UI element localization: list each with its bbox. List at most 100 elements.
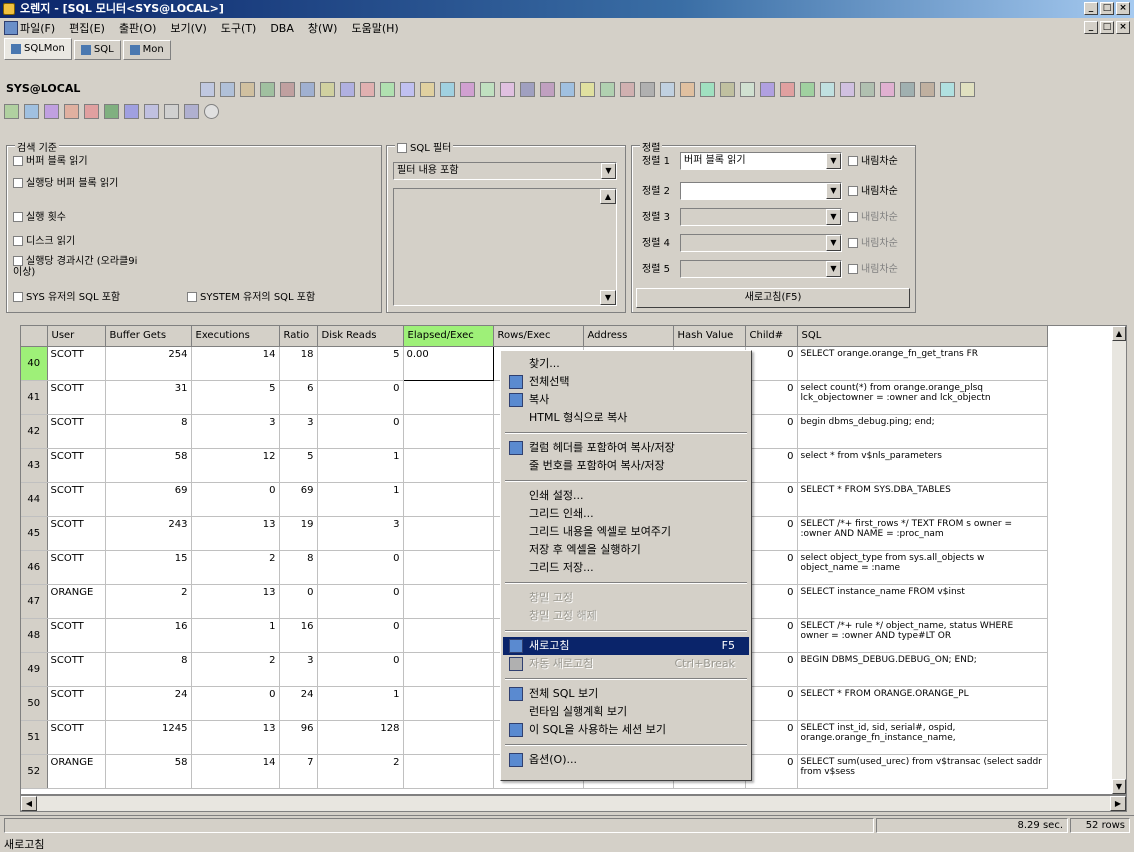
option-checkbox[interactable] (13, 178, 23, 188)
menu-view[interactable]: 보기(V) (170, 20, 206, 36)
row-number[interactable]: 52 (21, 754, 48, 789)
toolbar-icon[interactable] (740, 82, 755, 97)
row-number[interactable]: 41 (21, 380, 48, 415)
row-number[interactable]: 45 (21, 516, 48, 551)
option-system-sql[interactable]: SYSTEM 유저의 SQL 포함 (187, 292, 315, 303)
chevron-down-icon[interactable]: ▼ (826, 209, 841, 225)
context-menu-item[interactable]: 복사 (503, 391, 749, 409)
context-menu-item[interactable]: 인쇄 설정... (503, 487, 749, 505)
toolbar-icon[interactable] (124, 104, 139, 119)
toolbar-icon[interactable] (200, 82, 215, 97)
row-number[interactable]: 48 (21, 618, 48, 653)
toolbar-icon[interactable] (880, 82, 895, 97)
sort4-dir-checkbox[interactable] (848, 238, 858, 248)
toolbar-icon[interactable] (440, 82, 455, 97)
sort3-dir-checkbox[interactable] (848, 212, 858, 222)
menu-edit[interactable]: 편집(E) (69, 20, 105, 36)
refresh-button[interactable]: 새로고침(F5) (636, 288, 910, 308)
toolbar-icon[interactable] (580, 82, 595, 97)
tab-sql[interactable]: SQL (73, 40, 121, 60)
toolbar-icon[interactable] (540, 82, 555, 97)
context-menu-item[interactable]: 새로고침 F5 (503, 637, 749, 655)
row-number[interactable]: 44 (21, 482, 48, 517)
row-number[interactable]: 42 (21, 414, 48, 449)
col-ratio[interactable]: Ratio (279, 326, 318, 347)
toolbar-icon[interactable] (204, 104, 219, 119)
toolbar-icon[interactable] (480, 82, 495, 97)
toolbar-icon[interactable] (940, 82, 955, 97)
sql-filter-checkbox[interactable] (397, 143, 407, 153)
toolbar-icon[interactable] (640, 82, 655, 97)
scroll-up-icon[interactable]: ▲ (600, 189, 616, 204)
tab-sqlmon[interactable]: SQLMon (4, 38, 72, 60)
chevron-down-icon[interactable]: ▼ (826, 153, 841, 169)
sql-filter-legend[interactable]: SQL 필터 (395, 139, 454, 154)
option-disk-reads[interactable]: 디스크 읽기 (13, 236, 75, 247)
context-menu-item[interactable]: 전체 SQL 보기 (503, 685, 749, 703)
row-number[interactable]: 40 (21, 346, 48, 381)
menu-tools[interactable]: 도구(T) (221, 20, 257, 36)
col-hash-value[interactable]: Hash Value (673, 326, 746, 347)
sort1-dir-checkbox[interactable] (848, 156, 858, 166)
toolbar-icon[interactable] (84, 104, 99, 119)
option-buffer-gets[interactable]: 버퍼 블록 읽기 (13, 156, 88, 167)
toolbar-icon[interactable] (720, 82, 735, 97)
toolbar-icon[interactable] (620, 82, 635, 97)
option-checkbox[interactable] (13, 212, 23, 222)
context-menu-item[interactable]: 전체선택 (503, 373, 749, 391)
context-menu-item[interactable]: HTML 형식으로 복사 (503, 409, 749, 427)
toolbar-icon[interactable] (340, 82, 355, 97)
menu-file[interactable]: 파일(F) (20, 20, 55, 36)
toolbar-icon[interactable] (4, 104, 19, 119)
context-menu-item[interactable]: 런타임 실행계획 보기 (503, 703, 749, 721)
minimize-button[interactable]: _ (1084, 2, 1098, 15)
toolbar-icon[interactable] (820, 82, 835, 97)
chevron-down-icon[interactable]: ▼ (826, 261, 841, 277)
tab-mon[interactable]: Mon (122, 40, 171, 60)
option-checkbox[interactable] (187, 292, 197, 302)
close-button[interactable]: × (1116, 2, 1130, 15)
chevron-down-icon[interactable]: ▼ (826, 183, 841, 199)
toolbar-icon[interactable] (460, 82, 475, 97)
sort2-dir[interactable]: 내림차순 (848, 186, 898, 197)
toolbar-icon[interactable] (164, 104, 179, 119)
context-menu-item[interactable]: 그리드 내용을 엑셀로 보여주기 (503, 523, 749, 541)
toolbar-icon[interactable] (300, 82, 315, 97)
toolbar-icon[interactable] (184, 104, 199, 119)
toolbar-icon[interactable] (360, 82, 375, 97)
toolbar-icon[interactable] (760, 82, 775, 97)
toolbar-icon[interactable] (660, 82, 675, 97)
option-executions[interactable]: 실행 횟수 (13, 212, 66, 223)
toolbar-icon[interactable] (144, 104, 159, 119)
row-number[interactable]: 47 (21, 584, 48, 619)
toolbar-icon[interactable] (560, 82, 575, 97)
col-elapsed-exec[interactable]: Elapsed/Exec (403, 326, 494, 347)
chevron-down-icon[interactable]: ▼ (826, 235, 841, 251)
scroll-right-icon[interactable]: ▶ (1110, 796, 1126, 811)
horizontal-scrollbar[interactable]: ◀ ▶ (20, 795, 1127, 812)
context-menu-item[interactable]: 옵션(O)... (503, 751, 749, 769)
sort5-dir-checkbox[interactable] (848, 264, 858, 274)
col-rows-exec[interactable]: Rows/Exec (493, 326, 584, 347)
scroll-down-icon[interactable]: ▼ (600, 290, 616, 305)
sort5-dir[interactable]: 내림차순 (848, 264, 898, 275)
toolbar-icon[interactable] (320, 82, 335, 97)
toolbar-icon[interactable] (260, 82, 275, 97)
scroll-down-icon[interactable]: ▼ (1112, 779, 1126, 794)
sort4-dir[interactable]: 내림차순 (848, 238, 898, 249)
sort2-dir-checkbox[interactable] (848, 186, 858, 196)
toolbar-icon[interactable] (64, 104, 79, 119)
col-sql[interactable]: SQL (797, 326, 1048, 347)
row-number[interactable]: 51 (21, 720, 48, 755)
row-number[interactable]: 46 (21, 550, 48, 585)
vertical-scrollbar[interactable]: ▲ ▼ (1112, 326, 1126, 794)
mdi-minimize-button[interactable]: _ (1084, 21, 1098, 34)
toolbar-icon[interactable] (24, 104, 39, 119)
mdi-maximize-button[interactable]: □ (1100, 21, 1114, 34)
option-checkbox[interactable] (13, 156, 23, 166)
sql-filter-combo[interactable]: 필터 내용 포함 ▼ (393, 162, 617, 180)
col-child[interactable]: Child# (745, 326, 798, 347)
row-number[interactable]: 49 (21, 652, 48, 687)
context-menu-item[interactable]: 그리드 인쇄... (503, 505, 749, 523)
option-elapsed-per-exec[interactable]: 실행당 경과시간 (오라클9i 이상) (13, 256, 143, 278)
